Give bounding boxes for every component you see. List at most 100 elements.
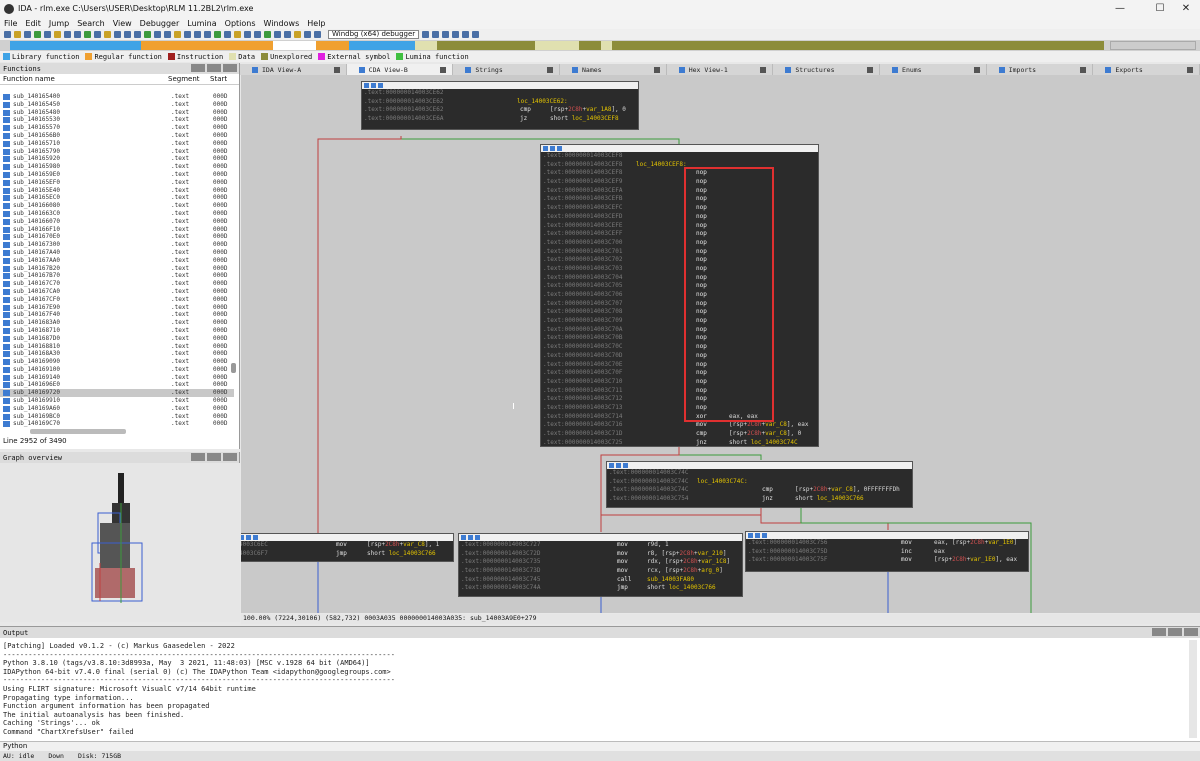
tab-close-icon[interactable]	[547, 66, 554, 73]
debugger-tool-icon[interactable]	[462, 31, 470, 38]
block-header-icon[interactable]	[246, 535, 251, 540]
code-line[interactable]: .text:000000014003CE62 loc_14003CE62:	[362, 98, 638, 107]
function-row[interactable]: sub_140166070 .text 000D	[0, 218, 234, 226]
function-row[interactable]: sub_140169140 .text 000D	[0, 374, 234, 382]
code-line[interactable]: .text:000000014003C712 nop	[541, 395, 818, 404]
panel-restore-button[interactable]	[1168, 628, 1182, 636]
toolbar-tool-icon[interactable]	[154, 31, 161, 38]
function-row[interactable]: sub_140167CF0 .text 000D	[0, 296, 234, 304]
code-line[interactable]: .text:000000014003C74A jmp short loc_14003…	[459, 584, 742, 593]
toolbar-tool-icon[interactable]	[224, 31, 231, 38]
debugger-tool-icon[interactable]	[442, 31, 450, 38]
code-line[interactable]: .text:000000014003CE62	[362, 89, 638, 98]
function-row[interactable]: sub_140167B70 .text 000D	[0, 272, 234, 280]
function-row[interactable]: sub_140165570 .text 000D	[0, 124, 234, 132]
function-row[interactable]: sub_140165790 .text 000D	[0, 148, 234, 156]
debugger-tool-icon[interactable]	[452, 31, 460, 38]
block-header-icon[interactable]	[557, 146, 562, 151]
tab-close-icon[interactable]	[867, 66, 874, 73]
code-line[interactable]: .text:000000014003C70C nop	[541, 343, 818, 352]
function-row[interactable]: sub_140169090 .text 000D	[0, 358, 234, 366]
tab-close-icon[interactable]	[973, 66, 980, 73]
block-header-icon[interactable]	[550, 146, 555, 151]
code-line[interactable]: .text:000000014003C70B nop	[541, 334, 818, 343]
toolbar-tool-icon[interactable]	[284, 31, 291, 38]
code-line[interactable]: .text:000000014003C71D cmp [rsp+2C8h+var_C…	[541, 430, 818, 439]
code-line[interactable]: .text:000000014003C75D inc eax	[746, 548, 1028, 557]
block-header-icon[interactable]	[468, 535, 473, 540]
code-line[interactable]: .text:000000014003C710 nop	[541, 378, 818, 387]
block-header-icon[interactable]	[253, 535, 258, 540]
minimize-button[interactable]: —	[1106, 0, 1134, 17]
toolbar-tool-icon[interactable]	[4, 31, 11, 38]
toolbar-tool-icon[interactable]	[94, 31, 101, 38]
code-line[interactable]: .text:000000014003CEF8 loc_14003CEF8:	[541, 161, 818, 170]
code-line[interactable]: .text:000000014003C716 mov [rsp+2C8h+var_C…	[541, 421, 818, 430]
code-line[interactable]: .text:000000014003C754 jnz short loc_14003…	[607, 495, 912, 504]
function-row[interactable]: sub_140165530 .text 000D	[0, 116, 234, 124]
toolbar-tool-icon[interactable]	[84, 31, 91, 38]
functions-scrollbar-thumb[interactable]	[231, 363, 236, 373]
code-line[interactable]: .text:000000014003CE62 cmp [rsp+2C8h+var_1…	[362, 106, 638, 115]
tab-close-icon[interactable]	[333, 66, 340, 73]
code-line[interactable]: 4003C6EC mov [rsp+2C8h+var_C8], 1	[241, 541, 453, 550]
toolbar-tool-icon[interactable]	[64, 31, 71, 38]
code-line[interactable]: .text:000000014003C704 nop	[541, 274, 818, 283]
block-header-icon[interactable]	[755, 533, 760, 538]
block-header-icon[interactable]	[378, 83, 383, 88]
code-line[interactable]: .text:000000014003C713 nop	[541, 404, 818, 413]
debugger-tool-icon[interactable]	[422, 31, 430, 38]
function-row[interactable]: sub_140167A40 .text 000D	[0, 249, 234, 257]
function-row[interactable]: sub_140169910 .text 000D	[0, 397, 234, 405]
menu-edit[interactable]: Edit	[25, 19, 41, 28]
function-row[interactable]: sub_140165450 .text 000D	[0, 101, 234, 109]
function-row[interactable]: sub_140167E90 .text 000D	[0, 304, 234, 312]
function-row[interactable]: sub_140165710 .text 000D	[0, 140, 234, 148]
tab-imports[interactable]: Imports	[987, 64, 1094, 75]
panel-float-button[interactable]	[1152, 628, 1166, 636]
menu-options[interactable]: Options	[225, 19, 256, 28]
tab-exports[interactable]: Exports	[1093, 64, 1200, 75]
function-row[interactable]: sub_1401659E0 .text 000D	[0, 171, 234, 179]
tab-close-icon[interactable]	[440, 66, 447, 73]
toolbar-tool-icon[interactable]	[134, 31, 141, 38]
toolbar-tool-icon[interactable]	[274, 31, 281, 38]
menu-lumina[interactable]: Lumina	[187, 19, 216, 28]
tab-enums[interactable]: Enums	[880, 64, 987, 75]
code-block-5[interactable]: .text:000000014003C727 mov r9d, 1 .text:000…	[458, 533, 743, 597]
function-row[interactable]: sub_140165EF0 .text 000D	[0, 179, 234, 187]
toolbar-tool-icon[interactable]	[294, 31, 301, 38]
toolbar-tool-icon[interactable]	[264, 31, 271, 38]
block-header-icon[interactable]	[609, 463, 614, 468]
menu-debugger[interactable]: Debugger	[140, 19, 180, 28]
toolbar-tool-icon[interactable]	[24, 31, 31, 38]
menu-search[interactable]: Search	[77, 19, 104, 28]
code-line[interactable]: .text:000000014003C70A nop	[541, 326, 818, 335]
code-line[interactable]: .text:000000014003C70F nop	[541, 369, 818, 378]
function-row[interactable]: sub_140169C70 .text 000D	[0, 420, 234, 428]
navigation-band-dropdown[interactable]	[1110, 41, 1196, 50]
tab-structures[interactable]: Structures	[773, 64, 881, 75]
toolbar-tool-icon[interactable]	[164, 31, 171, 38]
panel-restore-button[interactable]	[207, 64, 221, 72]
graph-view[interactable]: .text:000000014003CE62 .text:000000014003…	[241, 75, 1200, 613]
code-line[interactable]: .text:000000014003C74C loc_14003C74C:	[607, 478, 912, 487]
block-header-icon[interactable]	[623, 463, 628, 468]
tab-close-icon[interactable]	[653, 66, 660, 73]
function-row[interactable]: sub_140167AA0 .text 000D	[0, 257, 234, 265]
code-line[interactable]: .text:000000014003C72D mov r8, [rsp+2C8h+v…	[459, 550, 742, 559]
function-row[interactable]: sub_140165920 .text 000D	[0, 155, 234, 163]
function-row[interactable]: sub_140169A60 .text 000D	[0, 405, 234, 413]
code-line[interactable]: .text:000000014003C745 call sub_14003FA80	[459, 576, 742, 585]
function-row[interactable]: sub_140165E40 .text 000D	[0, 187, 234, 195]
panel-float-button[interactable]	[191, 453, 205, 461]
toolbar-tool-icon[interactable]	[144, 31, 151, 38]
panel-float-button[interactable]	[191, 64, 205, 72]
toolbar-tool-icon[interactable]	[214, 31, 221, 38]
function-row[interactable]: sub_1401656B0 .text 000D	[0, 132, 234, 140]
code-line[interactable]: .text:000000014003C74C	[607, 469, 912, 478]
function-row[interactable]: sub_140165980 .text 000D	[0, 163, 234, 171]
toolbar-tool-icon[interactable]	[244, 31, 251, 38]
code-line[interactable]: .text:000000014003CEFA nop	[541, 187, 818, 196]
output-text[interactable]: [Patching] Loaded v0.1.2 - (c) Markus Ga…	[3, 642, 1188, 738]
